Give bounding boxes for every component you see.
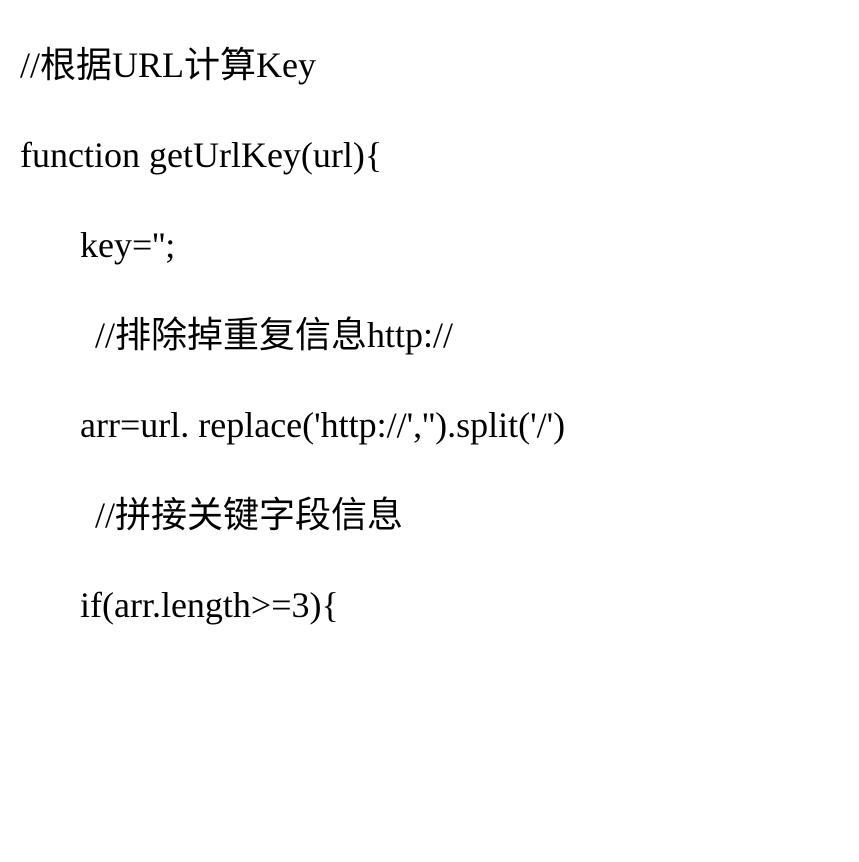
if-statement-line: if(arr.length>=3){ — [20, 560, 839, 650]
code-statement-line: arr=url. replace('http://','').split('/'… — [20, 380, 839, 470]
code-comment-line: //根据URL计算Key — [20, 20, 839, 110]
code-comment-line: //拼接关键字段信息 — [20, 470, 839, 560]
code-assignment-line: key=''; — [20, 200, 839, 290]
function-declaration-line: function getUrlKey(url){ — [20, 110, 839, 200]
code-comment-line: //排除掉重复信息http:// — [20, 290, 839, 380]
